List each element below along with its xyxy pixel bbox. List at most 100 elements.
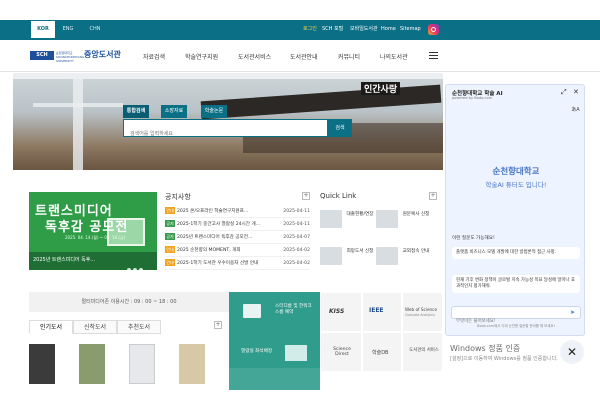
notice-tag: 공지 [165,233,175,240]
notice-tag: 안내 [165,259,175,266]
sitemap-link[interactable]: Sitemap [400,21,421,38]
translate-icon[interactable]: あA [571,106,580,115]
notice-row[interactable]: 안내 2025 온/오프라인 학술연구지원프… 2025-04-11 [165,206,310,218]
quicklink-title: Quick Link [320,192,357,200]
quicklink-more-icon[interactable]: + [429,192,437,200]
library-service-tile[interactable]: 도서관의 서비스 [402,332,443,372]
expand-icon[interactable]: ⤢ [561,88,567,97]
event-banner[interactable]: 트랜스미디어 독후감 공모전 2025. 04. 14.(월) ~ 05. 16… [29,192,157,270]
railing [33,103,123,107]
tab-integrated[interactable]: 통합검색 [123,105,149,118]
kiss-tile[interactable]: KISS [320,292,362,332]
login-link[interactable]: 로그인 [303,21,317,38]
multimedia-hours: 멀티미디어존 이용시간 : 09 : 00 ~ 18 : 00 [29,292,229,312]
notice-text: 2025-1학기 도서관 우수이용자 선발 안내 [177,261,259,266]
search-box [123,119,328,142]
ai-welcome-heading: 순천향대학교 [492,167,540,177]
search-button[interactable]: 검색 [328,119,352,137]
close-icon[interactable]: ✕ [573,88,579,96]
quicklink-loan[interactable]: 대출현황/연장 [346,212,374,218]
nav-research[interactable]: 학술연구지원 [185,52,218,61]
seat-icon [285,345,307,361]
tab-papers[interactable]: 학술논문 [201,105,227,118]
close-chat-button[interactable]: ✕ [560,340,584,364]
monitor-icon [243,304,261,318]
ieee-logo: IEEE [369,307,384,314]
seat-label: 열람실 좌석배정 [241,349,273,354]
quicklink-copy[interactable]: 원문복사 신청 [402,212,430,218]
hero-banner: 인간사랑 통합검색 소장자료 학술논문 검색 [13,73,443,170]
notice-text: 2025 순천향의 MOMENT, 개최 [177,248,241,253]
notice-text: 2025-1학기 중간고사 열람실 24시간 개… [177,222,261,227]
notice-row[interactable]: 공지 2025-1학기 중간고사 열람실 24시간 개… 2025-04-11 [165,219,310,231]
pager-dot[interactable] [127,268,131,270]
search-input[interactable] [124,126,327,142]
menu-icon[interactable] [429,52,438,59]
tab-popular-books[interactable]: 인기도서 [29,320,73,334]
notice-date: 2025-04-11 [281,219,310,230]
nav-services[interactable]: 도서관서비스 [238,52,271,61]
document-copy-icon[interactable] [376,210,398,228]
book-request-icon[interactable] [320,247,342,265]
ai-suggestion-card[interactable]: 현재 기후 변화 정책이 글로벌 지속 가능성 목표 달성에 얼마나 효과적인지… [452,275,580,293]
remote-access-icon[interactable] [376,247,398,265]
top-utility-bar: KOR ENG CHN 로그인 SCH 포털 모바일도서관 Home Sitem… [0,0,600,40]
sch-portal-link[interactable]: SCH 포털 [322,21,343,38]
book-cover[interactable] [79,344,105,384]
pager-dot[interactable] [133,268,137,270]
book-cover[interactable] [29,344,55,384]
instagram-icon[interactable] [428,24,439,35]
loan-status-icon[interactable] [320,210,342,228]
notice-date: 2025-04-02 [281,245,310,256]
notice-row[interactable]: 안내 2025-1학기 도서관 우수이용자 선발 안내 2025-04-02 [165,258,310,270]
pager-dot[interactable] [139,268,143,270]
wos-tile[interactable]: Web of Science Clarivate Analytics [402,292,443,332]
hero-sign: 인간사랑 [361,82,401,95]
science-direct-tile[interactable]: Science Direct [320,332,362,372]
windows-activation-sub: [설정]으로 이동하여 Windows를 정품 인증합니다. [450,356,558,362]
mobile-library-link[interactable]: 모바일도서관 [350,21,378,38]
academic-db-tile[interactable]: 학술DB [362,332,402,372]
notices-more-icon[interactable]: + [302,192,310,200]
tab-holdings[interactable]: 소장자료 [161,105,187,118]
lang-kor[interactable]: KOR [31,21,55,38]
ai-welcome-sub: 학술AI 튜터도 입니다! [485,181,547,189]
notice-text: 2025 온/오프라인 학술연구지원프… [177,209,249,214]
books-more-icon[interactable]: + [214,321,222,329]
quicklink-remote[interactable]: 교외접속 안내 [402,249,430,255]
pillar [73,73,83,170]
study-room-tile[interactable]: 스터디룸 및 한워크스룸 예약 [229,292,320,338]
notice-tag: 안내 [165,207,175,214]
notice-row[interactable]: 공지 2025년 트랜스미디어 독후감 공모전… 2025-04-07 [165,232,310,244]
banner-pager[interactable] [127,257,153,270]
service-tile[interactable] [229,368,320,390]
banner-line2: 독후감 공모전 [45,220,129,235]
ieee-tile[interactable]: IEEE [362,292,402,332]
notice-row[interactable]: 안내 2025 순천향의 MOMENT, 개최 2025-04-02 [165,245,310,257]
book-cover[interactable] [179,344,205,384]
lang-eng[interactable]: ENG [57,21,79,38]
nav-my-library[interactable]: 나의도서관 [380,52,408,61]
wos-logo: Web of Science [405,307,438,312]
main-nav: SCH 순천향대학교 SOONCHUNHYANG UNIVERSITY 중앙도서… [0,40,600,72]
book-cover[interactable] [129,344,155,384]
notice-date: 2025-04-11 [281,206,310,217]
banner-date: 2025. 04. 14.(월) ~ 05. 16.(금) [65,235,126,240]
library-title[interactable]: 중앙도서관 [84,49,121,60]
home-link[interactable]: Home [381,21,396,38]
nav-guide[interactable]: 도서관안내 [290,52,318,61]
notices-title[interactable]: 공지사항 [165,192,191,202]
ai-chat-panel: 순천향대학교 학술 AI powered by Bodo.com ⤢ ✕ あA … [445,84,585,336]
ai-suggestion-card[interactable]: 플랫폼 비즈니스 모델 개발에 대한 방법론적 접근 사항. [452,247,580,259]
send-icon[interactable]: ➤ [570,309,577,316]
lang-chn[interactable]: CHN [84,21,106,38]
wos-sub: Clarivate Analytics [405,313,435,317]
sch-logo-badge[interactable]: SCH [30,51,54,60]
nav-community[interactable]: 커뮤니티 [338,52,360,61]
quicklink-request[interactable]: 희망도서 신청 [346,249,374,255]
tab-new-books[interactable]: 신착도서 [73,320,117,334]
ai-powered-by: powered by Bodo.com [452,96,493,100]
tab-recommended-books[interactable]: 추천도서 [117,320,161,334]
seat-tile[interactable]: 열람실 좌석배정 [229,338,320,368]
nav-search[interactable]: 자료검색 [143,52,165,61]
